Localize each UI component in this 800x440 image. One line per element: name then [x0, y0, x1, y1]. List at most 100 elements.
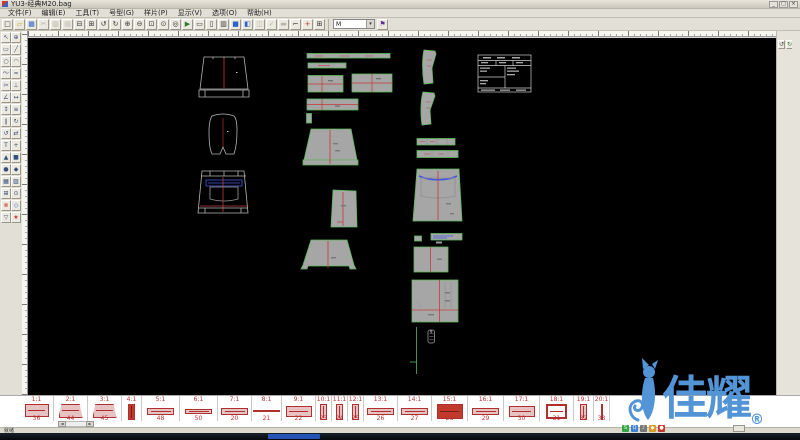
- scissors-tool[interactable]: ✂: [1, 80, 11, 91]
- menu-item[interactable]: 选项(O): [207, 9, 242, 18]
- move-horizontal-tool[interactable]: ↔: [11, 92, 21, 103]
- menu-item[interactable]: 号型(G): [104, 9, 139, 18]
- frame2-button[interactable]: ▯: [206, 19, 217, 30]
- text-tool[interactable]: T: [1, 140, 11, 151]
- new-button[interactable]: □: [2, 19, 13, 30]
- piece-thumbnail-cell[interactable]: 12:1 25: [348, 396, 364, 422]
- frame-button[interactable]: ▭: [194, 19, 205, 30]
- parallel-tool[interactable]: ∥: [1, 116, 11, 127]
- plus-red-button[interactable]: +: [302, 19, 313, 30]
- grid-tool[interactable]: ⊞: [1, 188, 11, 199]
- wave-curve-tool[interactable]: ≈: [11, 68, 21, 79]
- dart-tool[interactable]: ▲: [1, 152, 11, 163]
- favorite-tool[interactable]: ★: [11, 212, 21, 223]
- piece-thumbnail-cell[interactable]: 5:1 48: [142, 396, 180, 422]
- piece-thumbnail-cell[interactable]: 16:1 29: [468, 396, 504, 422]
- menu-item[interactable]: 编辑(E): [37, 9, 71, 18]
- copy-button[interactable]: ▥: [50, 19, 61, 30]
- curve-tool[interactable]: ～: [1, 68, 11, 79]
- delete-tool[interactable]: ⊗: [1, 200, 11, 211]
- maximize-button[interactable]: □: [779, 1, 788, 8]
- tray-volume-icon[interactable]: ♪: [640, 425, 647, 432]
- close-button[interactable]: ×: [789, 1, 798, 8]
- menu-item[interactable]: 样片(P): [139, 9, 173, 18]
- active-task-button[interactable]: [268, 434, 320, 439]
- undo-icon[interactable]: ↺: [778, 40, 785, 49]
- tray-im-icon[interactable]: Q: [631, 425, 638, 432]
- piece-thumbnail-cell[interactable]: 13:1 26: [364, 396, 398, 422]
- piece-thumbnail-cell[interactable]: 11:1 24: [332, 396, 348, 422]
- save-button[interactable]: ▦: [26, 19, 37, 30]
- columns-button[interactable]: ▥: [218, 19, 229, 30]
- piece-thumbnail-cell[interactable]: 20:1 33: [594, 396, 610, 422]
- undo-button[interactable]: ↺: [98, 19, 109, 30]
- zoom-in-button[interactable]: ⊕: [122, 19, 133, 30]
- grid-fill-tool[interactable]: ▦: [1, 176, 11, 187]
- line-tool[interactable]: ╱: [11, 44, 21, 55]
- perpendicular-tool[interactable]: ⊥: [11, 80, 21, 91]
- piece-thumbnail-cell[interactable]: 6:1 50: [180, 396, 218, 422]
- open-button[interactable]: ▱: [14, 19, 25, 30]
- fill-blue-button[interactable]: ■: [230, 19, 241, 30]
- piece-thumbnail-cell[interactable]: 2:1 44: [54, 396, 88, 422]
- menu-item[interactable]: 文件(F): [3, 9, 37, 18]
- arc-tool[interactable]: ◠: [11, 56, 21, 67]
- triangle-tool[interactable]: ▽: [1, 212, 11, 223]
- print-preview-button[interactable]: ⊞: [86, 19, 97, 30]
- add-point-tool[interactable]: +: [11, 140, 21, 151]
- rectangle-tool[interactable]: ▭: [1, 44, 11, 55]
- menu-item[interactable]: 显示(V): [173, 9, 207, 18]
- zoom-all-button[interactable]: ⊙: [158, 19, 169, 30]
- notch-tool[interactable]: ◆: [11, 164, 21, 175]
- parallel-lines-tool[interactable]: ≡: [11, 104, 21, 115]
- paste-button[interactable]: ▤: [62, 19, 73, 30]
- check-button[interactable]: ✓: [266, 19, 277, 30]
- dash-button[interactable]: ▬: [278, 19, 289, 30]
- piece-thumbnail-cell[interactable]: 15:1 28: [432, 396, 468, 422]
- redo-button[interactable]: ↻: [110, 19, 121, 30]
- piece-thumbnail-cell[interactable]: 3:1 45: [88, 396, 122, 422]
- zoom-previous-button[interactable]: ◎: [170, 19, 181, 30]
- pattern-canvas[interactable]: [28, 38, 776, 395]
- piece-thumbnail-cell[interactable]: 1:1 36: [20, 396, 54, 422]
- point-tool[interactable]: ●: [1, 164, 11, 175]
- piece-thumbnail-cell[interactable]: 18:1 31: [540, 396, 574, 422]
- minimize-button[interactable]: _: [769, 1, 778, 8]
- menu-item[interactable]: 工具(T): [70, 9, 104, 18]
- print-button[interactable]: ⊟: [74, 19, 85, 30]
- piece-info-button[interactable]: ⚑: [377, 19, 388, 30]
- hatch-tool[interactable]: ▨: [11, 176, 21, 187]
- rotate-ccw-tool[interactable]: ↺: [1, 128, 11, 139]
- piece-thumbnail-cell[interactable]: 17:1 30: [504, 396, 540, 422]
- piece-thumbnail-cell[interactable]: 19:1 32: [574, 396, 594, 422]
- piece-thumbnail-cell[interactable]: 14:1 27: [398, 396, 432, 422]
- piece-thumbnail-cell[interactable]: 4:1 46: [122, 396, 142, 422]
- piece-thumbnail-cell[interactable]: 9:1 22: [282, 396, 316, 422]
- language-bar[interactable]: [733, 425, 745, 432]
- menu-item[interactable]: 帮助(H): [242, 9, 277, 18]
- piece-thumbnail-cell[interactable]: 8:1 21: [252, 396, 282, 422]
- tray-alert-icon[interactable]: ●: [658, 425, 665, 432]
- tray-shield-icon[interactable]: ◆: [649, 425, 656, 432]
- swap-tool[interactable]: ⇄: [11, 128, 21, 139]
- piece-thumbnail-cell[interactable]: 7:1 20: [218, 396, 252, 422]
- select-arrow-tool[interactable]: ↖: [1, 32, 11, 43]
- circle-tool[interactable]: ○: [1, 56, 11, 67]
- tray-sogou-icon[interactable]: S: [622, 425, 629, 432]
- target-tool[interactable]: ⊙: [11, 188, 21, 199]
- chevron-down-icon[interactable]: ▾: [366, 20, 374, 28]
- move-vertical-tool[interactable]: ↕: [1, 104, 11, 115]
- pan-button[interactable]: ▶: [182, 19, 193, 30]
- zoom-tool[interactable]: ⊕: [11, 32, 21, 43]
- zoom-out-button[interactable]: ⊖: [134, 19, 145, 30]
- block-tool[interactable]: ■: [11, 152, 21, 163]
- piece-thumbnail-cell[interactable]: 10:1 23: [316, 396, 332, 422]
- half-fill-button[interactable]: ◧: [242, 19, 253, 30]
- overlap-button[interactable]: ◫: [254, 19, 265, 30]
- ruler-button[interactable]: ⌐: [290, 19, 301, 30]
- size-combo[interactable]: M ▾: [333, 19, 375, 29]
- diamond-tool[interactable]: ◇: [11, 200, 21, 211]
- angle-tool[interactable]: ∠: [1, 92, 11, 103]
- rotate-cw-tool[interactable]: ↻: [11, 116, 21, 127]
- cut-button[interactable]: ✂: [38, 19, 49, 30]
